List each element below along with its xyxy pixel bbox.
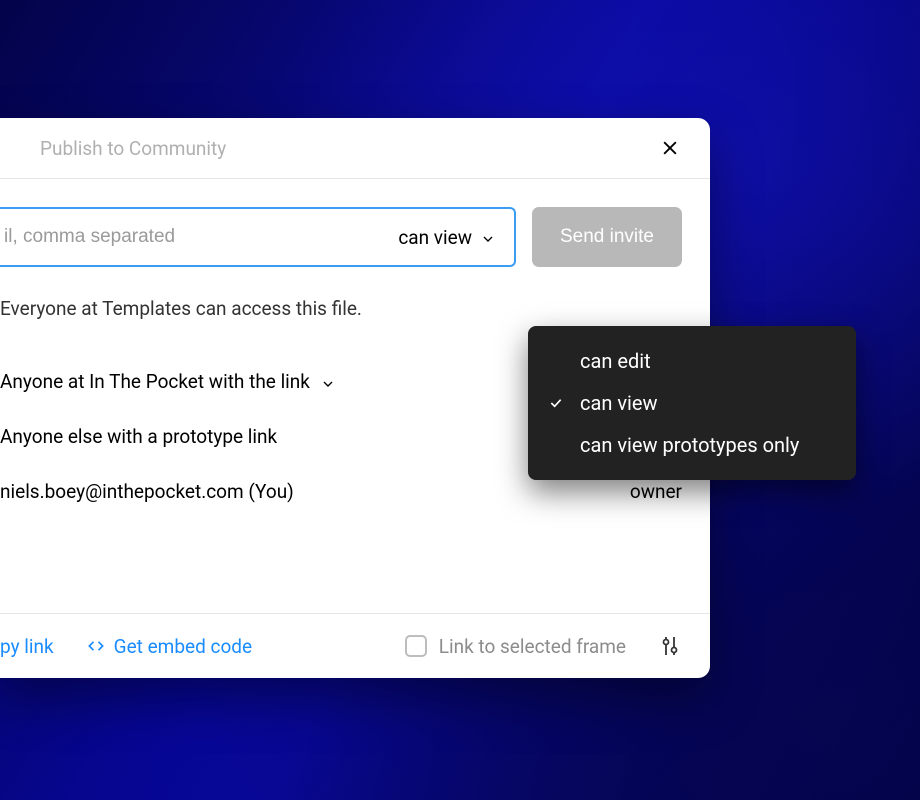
permission-dropdown: can edit can view can view prototypes on… [528,326,856,480]
email-input[interactable] [0,209,398,265]
settings-button[interactable] [658,634,682,658]
dropdown-item-label: can edit [580,349,651,373]
link-to-frame-checkbox[interactable]: Link to selected frame [405,635,626,658]
chevron-down-icon [320,374,336,390]
dropdown-item-can-edit[interactable]: can edit [528,340,856,382]
permission-select[interactable]: can view [398,226,500,249]
copy-link-label: py link [0,635,54,658]
share-row-label: Anyone else with a prototype link [0,425,277,448]
chevron-down-icon [480,229,496,245]
email-input-wrap: can view [0,207,516,267]
dropdown-item-can-view[interactable]: can view [528,382,856,424]
dropdown-item-can-view-prototypes[interactable]: can view prototypes only [528,424,856,466]
copy-link-button[interactable]: py link [0,635,54,658]
close-button[interactable] [658,136,682,160]
code-icon [86,636,106,656]
share-row-label: niels.boey@inthepocket.com (You) [0,480,294,503]
checkbox-box-icon [405,635,427,657]
dialog-title: Publish to Community [40,137,226,160]
owner-label: owner [630,480,682,503]
access-info-text: Everyone at Templates can access this fi… [0,297,682,320]
sliders-icon [658,634,682,658]
embed-code-button[interactable]: Get embed code [86,635,252,658]
embed-label: Get embed code [114,635,252,658]
send-invite-button[interactable]: Send invite [532,207,682,267]
dropdown-item-label: can view prototypes only [580,433,799,457]
checkbox-label: Link to selected frame [439,635,626,658]
dialog-header: Publish to Community [0,118,710,179]
check-icon [546,395,566,411]
dialog-footer: py link Get embed code Link to selected … [0,613,710,678]
permission-select-label: can view [398,226,472,249]
share-row-label: Anyone at In The Pocket with the link [0,370,310,393]
close-icon [660,138,680,158]
dropdown-item-label: can view [580,391,658,415]
invite-row: can view Send invite [0,207,682,267]
